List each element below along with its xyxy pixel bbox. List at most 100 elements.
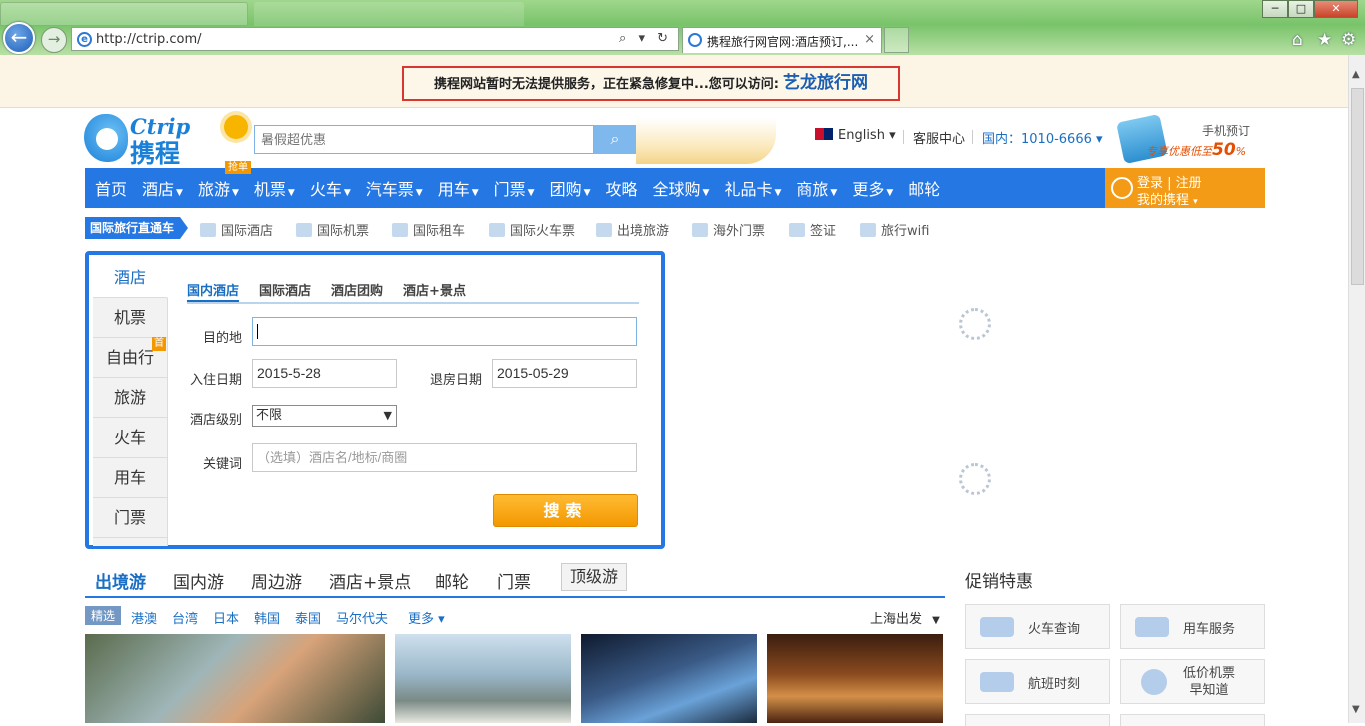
minimize-button[interactable]: ─ xyxy=(1262,0,1288,18)
vacation-tab[interactable]: 国内游 xyxy=(173,568,224,593)
service-center-link[interactable]: 客服中心 xyxy=(913,128,965,147)
nav-item[interactable]: 邮轮 xyxy=(908,176,940,200)
booking-side-tab[interactable]: 机票 xyxy=(93,298,167,338)
close-tab-icon[interactable]: × xyxy=(864,32,875,47)
vacation-tab[interactable]: 邮轮 xyxy=(435,568,469,593)
destination-filter[interactable]: 港澳 xyxy=(131,608,157,627)
language-switch[interactable]: English ▾ xyxy=(815,128,896,143)
train-query-button[interactable]: 火车查询 xyxy=(965,604,1110,649)
quicklink[interactable]: 国际租车 xyxy=(392,220,465,239)
scroll-up-icon[interactable]: ▲ xyxy=(1352,69,1360,80)
keyword-input[interactable]: （选填）酒店名/地标/商圈 xyxy=(252,443,637,472)
address-tools-icons[interactable]: ⌕ ▾ ↻ xyxy=(619,31,672,46)
vacation-tab[interactable]: 出境游 xyxy=(95,568,146,593)
quicklink[interactable]: 国际酒店 xyxy=(200,220,273,239)
settings-gear-icon[interactable]: ⚙ xyxy=(1341,30,1356,50)
nav-item[interactable]: 更多 ▼ xyxy=(852,176,893,200)
hotel-type-tab[interactable]: 酒店团购 xyxy=(331,280,383,302)
scroll-thumb[interactable] xyxy=(1351,88,1364,285)
site-search-input[interactable] xyxy=(255,126,585,153)
favorites-star-icon[interactable]: ★ xyxy=(1317,30,1332,50)
car-service-button[interactable]: 用车服务 xyxy=(1120,604,1265,649)
browser-tab-faded[interactable] xyxy=(0,2,248,26)
mobile-promo[interactable]: 专享优惠低至50% xyxy=(1146,140,1246,160)
beach-banner-image[interactable] xyxy=(636,118,776,164)
elong-link[interactable]: 艺龙旅行网 xyxy=(783,73,868,93)
nav-item[interactable]: 火车 ▼ xyxy=(310,176,351,200)
destination-filter[interactable]: 日本 xyxy=(213,608,239,627)
login-box[interactable]: 登录 | 注册 我的携程 ▾ xyxy=(1105,168,1265,208)
flight-schedule-button[interactable]: 航班时刻 xyxy=(965,659,1110,704)
quicklink[interactable]: 签证 xyxy=(789,220,836,239)
destination-photo-waterfall[interactable] xyxy=(85,634,385,723)
nav-item[interactable]: 门票 ▼ xyxy=(494,176,535,200)
destination-filter[interactable]: 韩国 xyxy=(254,608,280,627)
my-ctrip-link[interactable]: 我的携程 xyxy=(1137,193,1189,208)
filter-featured[interactable]: 精选 xyxy=(85,606,122,625)
ctrip-dolphin-logo-icon[interactable] xyxy=(84,114,128,162)
promo-button-partial[interactable] xyxy=(1120,714,1265,726)
destination-photo-show[interactable] xyxy=(581,634,757,723)
hotline[interactable]: 国内：1010-6666 ▾ xyxy=(982,128,1103,147)
destination-photo-restaurant[interactable] xyxy=(767,634,943,723)
hotel-type-tab[interactable]: 国内酒店 xyxy=(187,280,240,302)
nav-item[interactable]: 团购 ▼ xyxy=(550,176,591,200)
address-bar[interactable]: e http://ctrip.com/ ⌕ ▾ ↻ xyxy=(71,27,679,51)
browser-tab-faded[interactable] xyxy=(254,2,524,26)
booking-side-tab[interactable]: 酒店 xyxy=(93,258,168,298)
quicklink[interactable]: 海外门票 xyxy=(692,220,765,239)
url-text[interactable]: http://ctrip.com/ xyxy=(96,32,202,47)
search-icon[interactable]: ⌕ xyxy=(594,125,636,154)
new-tab-button[interactable] xyxy=(884,27,909,53)
nav-item[interactable]: 酒店 ▼ xyxy=(142,176,183,200)
quicklink[interactable]: 旅行wifi xyxy=(860,220,929,239)
quicklink[interactable]: 国际火车票 xyxy=(489,220,575,239)
maximize-button[interactable]: □ xyxy=(1288,0,1314,18)
booking-side-tab[interactable]: 自由行首 xyxy=(93,337,167,378)
booking-side-tab[interactable]: 火车 xyxy=(93,418,167,458)
nav-item[interactable]: 汽车票 ▼ xyxy=(366,176,423,200)
close-window-button[interactable]: ✕ xyxy=(1314,0,1358,18)
checkin-date-input[interactable]: 2015-5-28 xyxy=(252,359,397,388)
quicklink[interactable]: 出境旅游 xyxy=(596,220,669,239)
vertical-scrollbar[interactable]: ▲ ▼ xyxy=(1348,55,1365,723)
logo-chinese[interactable]: 携程 xyxy=(130,134,180,170)
booking-side-tab[interactable]: 旅游 xyxy=(93,378,167,418)
mobile-booking-title[interactable]: 手机预订 xyxy=(1202,122,1250,139)
destination-input[interactable] xyxy=(252,317,637,346)
more-filters[interactable]: 更多 ▾ xyxy=(408,608,445,627)
destination-filter[interactable]: 台湾 xyxy=(172,608,198,627)
nav-item[interactable]: 机票 ▼ xyxy=(254,176,295,200)
quicklink[interactable]: 国际机票 xyxy=(296,220,369,239)
vacation-tab-luxury[interactable]: 顶级游 xyxy=(561,563,628,591)
browser-tab-active[interactable]: 携程旅行网官网:酒店预订,... × xyxy=(682,27,882,53)
destination-photo-cruise[interactable] xyxy=(395,634,571,723)
booking-side-tab[interactable]: 门票 xyxy=(93,498,167,538)
nav-item[interactable]: 礼品卡 ▼ xyxy=(724,176,781,200)
departure-city[interactable]: 上海出发 xyxy=(870,612,922,627)
hotel-search-button[interactable]: 搜索 xyxy=(493,494,638,527)
hotel-type-tab[interactable]: 国际酒店 xyxy=(259,280,311,302)
back-arrow-icon[interactable]: ← xyxy=(3,22,35,54)
nav-item[interactable]: 用车 ▼ xyxy=(438,176,479,200)
vacation-tab[interactable]: 酒店+景点 xyxy=(329,568,411,593)
cheap-flight-alert-button[interactable]: 低价机票 早知道 xyxy=(1120,659,1265,704)
vacation-tab[interactable]: 周边游 xyxy=(251,568,302,593)
nav-item[interactable]: 全球购 ▼ xyxy=(653,176,710,200)
nav-item[interactable]: 首页 xyxy=(95,176,127,200)
site-search[interactable] xyxy=(254,125,594,154)
nav-item[interactable]: 攻略 xyxy=(606,176,638,200)
scroll-down-icon[interactable]: ▼ xyxy=(1352,704,1360,715)
language-label[interactable]: English xyxy=(838,128,885,143)
vacation-tab[interactable]: 门票 xyxy=(497,568,531,593)
home-icon[interactable]: ⌂ xyxy=(1292,30,1303,50)
departure-city-select[interactable]: 上海出发 ▼ xyxy=(870,608,940,627)
hotel-level-select[interactable]: 不限 ▼ xyxy=(252,405,397,427)
checkout-date-input[interactable]: 2015-05-29 xyxy=(492,359,637,388)
promo-button-partial[interactable] xyxy=(965,714,1110,726)
nav-item[interactable]: 商旅 ▼ xyxy=(796,176,837,200)
hotel-type-tab[interactable]: 酒店+景点 xyxy=(403,280,466,302)
hotline-number[interactable]: 1010-6666 xyxy=(1021,132,1092,147)
destination-filter[interactable]: 马尔代夫 xyxy=(336,608,388,627)
booking-side-tab[interactable]: 用车 xyxy=(93,458,167,498)
